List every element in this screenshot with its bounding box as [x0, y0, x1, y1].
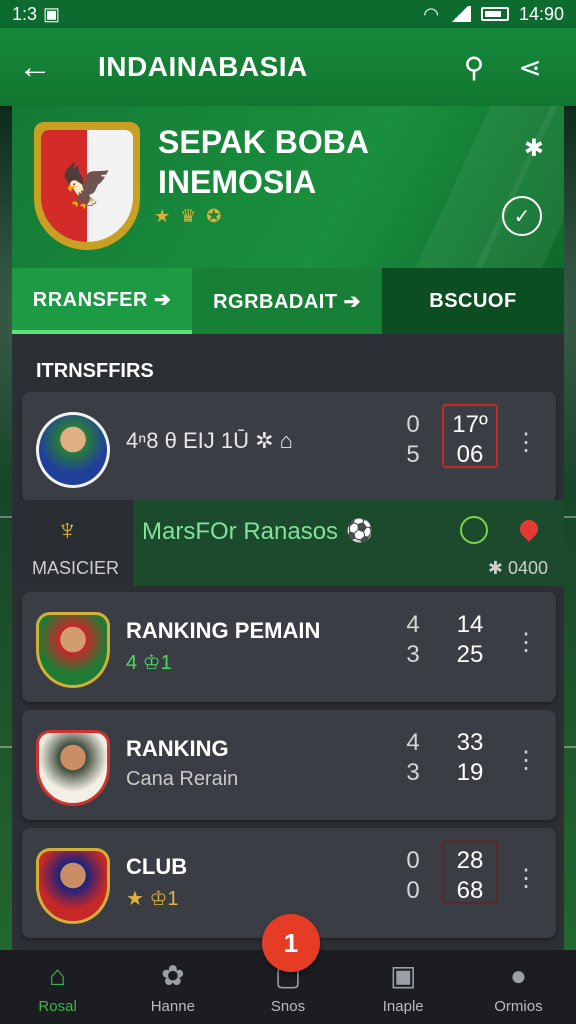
- more-vert-icon[interactable]: ⋮: [514, 746, 538, 775]
- team-name: SEPAK BOBA INEMOSIA: [158, 122, 369, 202]
- more-vert-icon[interactable]: ⋮: [514, 864, 538, 893]
- nav-label: Snos: [270, 998, 306, 1015]
- transfer-banner[interactable]: ♆ MASICIER MarsFOr Ranasos ⚽ ✱ 0400: [12, 500, 564, 586]
- more-vert-icon[interactable]: ⋮: [514, 428, 538, 457]
- card-subtitle: Cana Rerain: [126, 768, 239, 790]
- score: 05: [406, 411, 420, 468]
- battery-icon: [480, 7, 509, 21]
- nav-label: Rosal: [38, 997, 77, 1015]
- nav-home[interactable]: ⌂ Rosal: [0, 950, 115, 1024]
- list-item[interactable]: RANKING PEMAIN 4 ♔1 43 14 25 ⋮: [22, 592, 556, 702]
- nav-label: Inaple: [382, 998, 424, 1015]
- nav-inaple[interactable]: ▣ Inaple: [346, 950, 461, 1024]
- team-crest: 🦅: [34, 122, 140, 250]
- tab-bar: RRANSFER ➔ RGRBADAIT ➔ BSCUOF: [12, 268, 564, 334]
- section-title: ITRNSFFIRS: [36, 360, 154, 382]
- signal-icon: [448, 6, 471, 22]
- team-name-line2: INEMOSIA: [158, 164, 317, 200]
- gear-icon[interactable]: ✱: [524, 134, 544, 163]
- app-bar: ← INDAINABASIA ⚲ ⋖: [0, 28, 576, 106]
- list-item[interactable]: RANKING Cana Rerain 43 33 19 ⋮: [22, 710, 556, 820]
- stat: 33 19: [456, 729, 484, 786]
- trophy-icon: ♛: [180, 206, 197, 226]
- status-clock: 14:90: [518, 3, 564, 24]
- nav-label: Ormios: [494, 997, 543, 1015]
- nav-ormios[interactable]: ● Ormios: [461, 950, 576, 1024]
- player-avatar: [36, 612, 110, 688]
- back-arrow-icon[interactable]: ←: [18, 48, 68, 87]
- banner-count: ✱ 0400: [487, 558, 548, 578]
- score: 00: [406, 847, 420, 904]
- status-circle-icon[interactable]: [460, 516, 488, 544]
- tab-ranking[interactable]: RGRBADAIT ➔: [192, 268, 382, 334]
- stat-box: 28 68: [442, 840, 498, 904]
- share-icon[interactable]: ⋖: [502, 51, 558, 84]
- team-name-line1: SEPAK BOBA: [158, 124, 369, 160]
- notification-fab[interactable]: 1: [262, 914, 320, 972]
- garuda-icon: 🦅: [41, 130, 133, 242]
- ball-icon: ⚽: [346, 518, 374, 543]
- tab-discover[interactable]: BSCUOF: [382, 268, 564, 334]
- follow-button[interactable]: ✓: [502, 196, 542, 236]
- status-time: 1:3: [12, 3, 38, 24]
- ball-icon: ✿: [161, 960, 185, 991]
- stat: 14 25: [456, 611, 484, 668]
- search-user-icon[interactable]: ⚲: [446, 51, 502, 84]
- team-header: 🦅 SEPAK BOBA INEMOSIA ★ ♛ ✪ ✱ ✓: [12, 106, 564, 270]
- player-info: 4ⁿ8 θ EIJ 1Ū ✲ ⌂: [126, 428, 293, 453]
- tab-transfer[interactable]: RRANSFER ➔: [12, 268, 192, 334]
- nav-hanne[interactable]: ✿ Hanne: [115, 950, 230, 1024]
- emblem-icon: ♆: [56, 514, 79, 547]
- player-avatar: [36, 412, 110, 488]
- home-icon: ⌂: [49, 959, 67, 991]
- person-icon: ●: [509, 959, 527, 991]
- card-subtitle: 4 ♔1: [126, 652, 172, 674]
- location-pin-icon[interactable]: [516, 516, 542, 542]
- player-avatar: [36, 730, 110, 806]
- badge-icon: ▣: [389, 960, 417, 991]
- player-avatar: [36, 848, 110, 924]
- list-item[interactable]: 4ⁿ8 θ EIJ 1Ū ✲ ⌂ 05 17º 06 ⋮: [22, 392, 556, 502]
- more-vert-icon[interactable]: ⋮: [514, 628, 538, 657]
- notification-icon: ▣: [43, 3, 61, 24]
- card-subtitle: ★ ♔1: [126, 888, 179, 910]
- score: 43: [406, 729, 420, 786]
- card-title: RANKING PEMAIN: [126, 618, 321, 643]
- medal-icon: ✪: [206, 206, 222, 226]
- team-badges: ★ ♛ ✪: [154, 206, 221, 227]
- stat-box: 17º 06: [442, 404, 498, 468]
- card-title: RANKING: [126, 736, 229, 761]
- banner-left-label: MASICIER: [32, 558, 120, 578]
- score: 43: [406, 611, 420, 668]
- wifi-icon: ◠: [423, 3, 439, 24]
- nav-label: Hanne: [150, 998, 195, 1015]
- page-title: INDAINABASIA: [98, 51, 308, 82]
- card-title: CLUB: [126, 854, 188, 879]
- banner-title: MarsFOr Ranasos: [142, 518, 339, 545]
- status-bar: 1:3 ▣ ◠ 14:90: [0, 0, 576, 28]
- star-icon: ★: [154, 206, 171, 226]
